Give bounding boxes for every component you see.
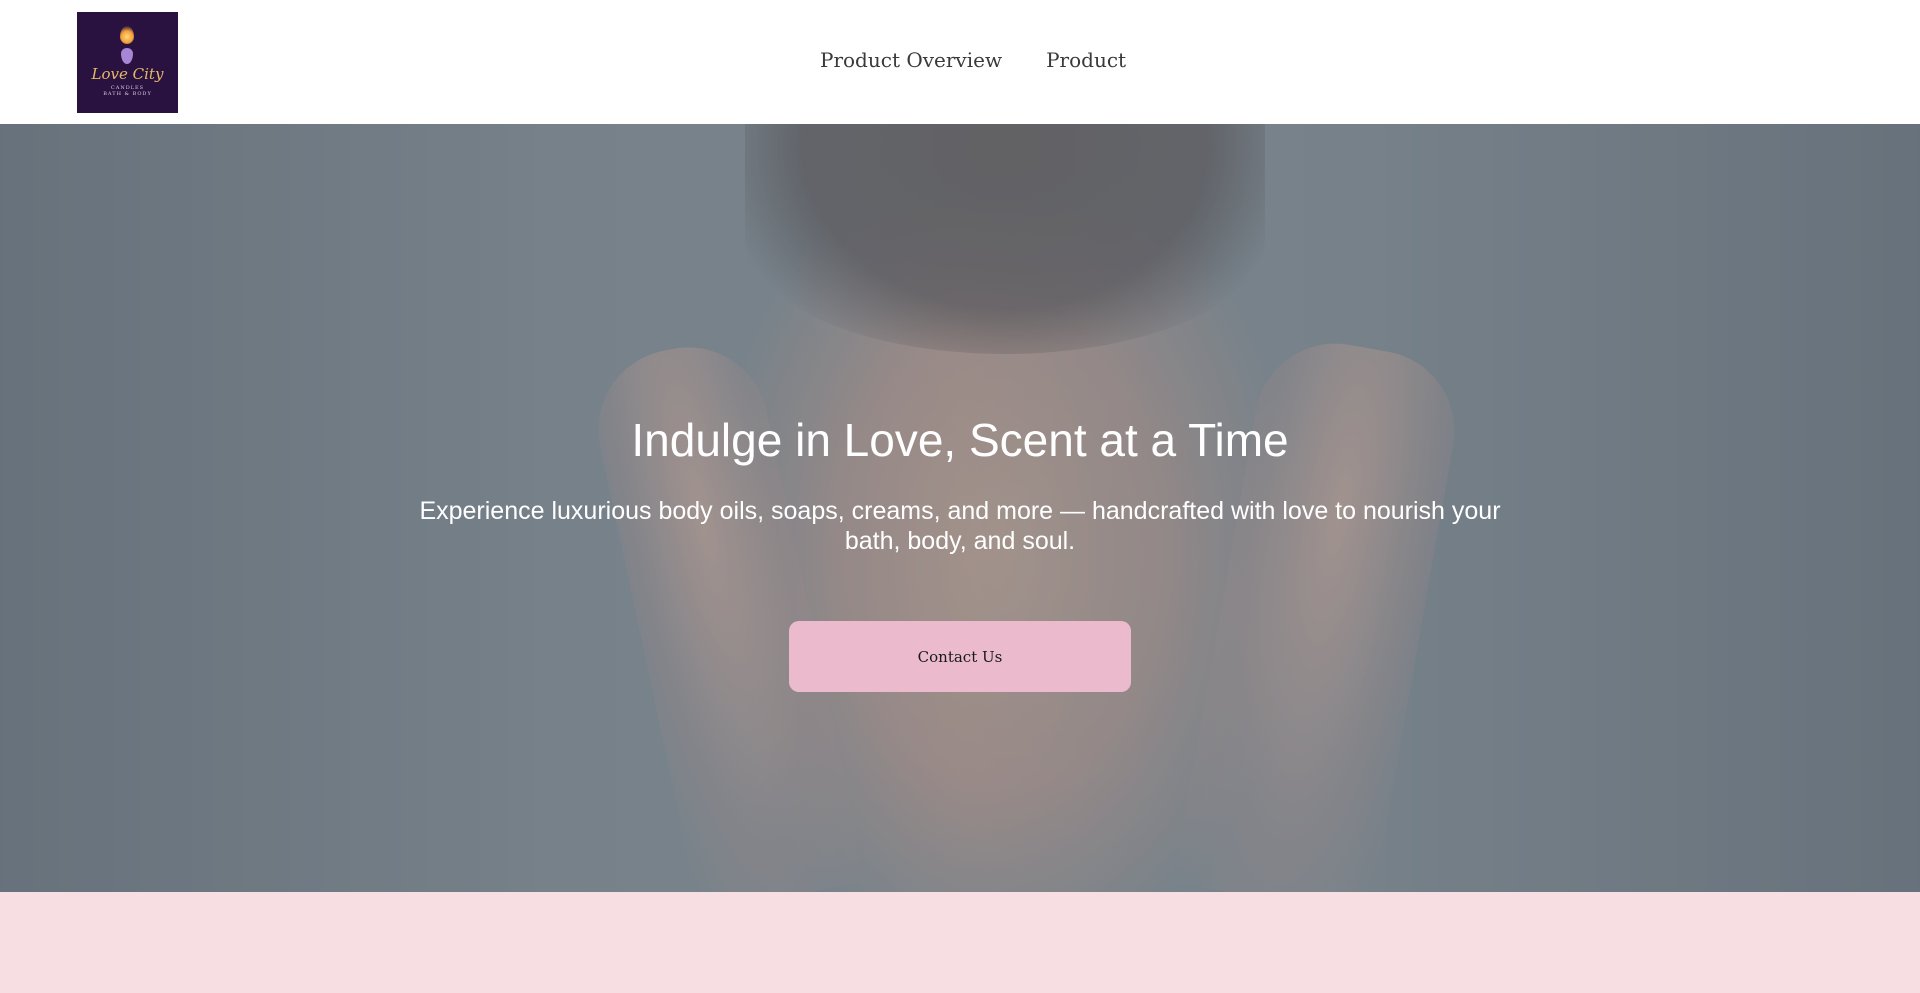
- oil-drop-icon: [121, 48, 133, 64]
- hero-subtitle: Experience luxurious body oils, soaps, c…: [419, 497, 1501, 555]
- brand-logo[interactable]: Love City CANDLES BATH & BODY: [77, 12, 178, 113]
- main-nav: Product Overview Product: [820, 47, 1126, 73]
- flame-icon: [120, 26, 134, 44]
- section-divider-band: [0, 892, 1920, 993]
- contact-us-button[interactable]: Contact Us: [789, 621, 1131, 692]
- nav-link-product-overview[interactable]: Product Overview: [820, 47, 1002, 73]
- site-header: Love City CANDLES BATH & BODY Product Ov…: [0, 0, 1920, 124]
- hero-title: Indulge in Love, Scent at a Time: [631, 414, 1289, 466]
- logo-subtitle-bath-body: BATH & BODY: [103, 91, 152, 97]
- hero-content: Indulge in Love, Scent at a Time Experie…: [0, 124, 1920, 892]
- logo-title: Love City: [91, 65, 164, 83]
- hero-section: Indulge in Love, Scent at a Time Experie…: [0, 124, 1920, 892]
- nav-link-product[interactable]: Product: [1046, 47, 1126, 73]
